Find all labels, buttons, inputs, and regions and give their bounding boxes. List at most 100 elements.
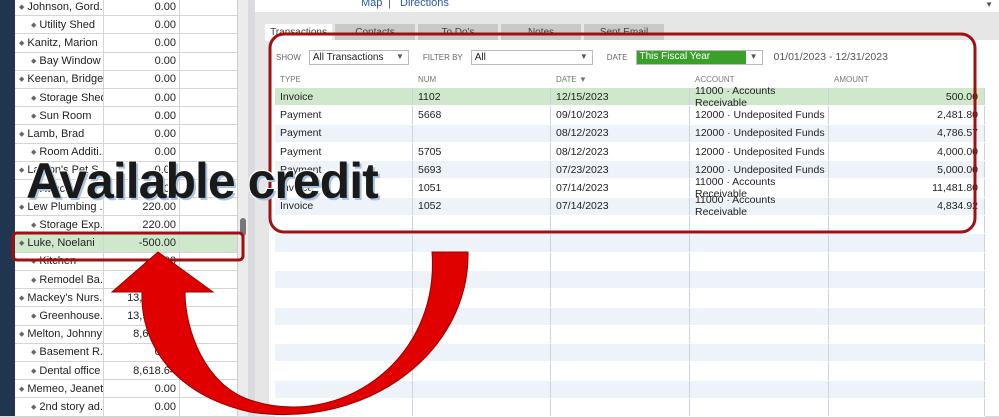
cell-num	[413, 124, 551, 142]
tab-transactions[interactable]: Transactions	[265, 24, 332, 41]
transaction-row[interactable]: Payment 5693 07/23/2023 12000 · Undeposited…	[275, 161, 985, 180]
cell-account	[690, 234, 829, 252]
cell-amount: 4,000.00	[829, 142, 985, 161]
cell-num	[413, 216, 551, 234]
customer-row[interactable]: ◆ Dental office 8,618.64	[15, 362, 237, 381]
tab-notes[interactable]: Notes	[501, 24, 581, 41]
tab-todos[interactable]: To Do's	[418, 24, 498, 41]
col-amount[interactable]: AMOUNT	[829, 72, 985, 87]
customer-row[interactable]: ◆ Kanitz, Marion 0.00	[15, 34, 237, 53]
customer-row[interactable]: ◆ Bay Window 0.00	[15, 52, 237, 71]
customer-balance: 0.00	[104, 343, 180, 361]
empty-row	[275, 344, 985, 363]
customer-row[interactable]: ◆ Basement R... 0.00	[15, 343, 237, 362]
transaction-row[interactable]: Payment 5705 08/12/2023 12000 · Undeposited…	[275, 142, 985, 162]
customer-row[interactable]: ◆ Melton, Johnny 8,618.64	[15, 325, 237, 344]
directions-link[interactable]: Directions	[400, 0, 449, 9]
cell-num: 1052	[413, 197, 551, 216]
cell-num: 5693	[413, 161, 551, 179]
empty-row	[275, 325, 985, 345]
customer-row[interactable]: ◆ Keenan, Bridget 0.00	[15, 70, 237, 89]
cell-type	[275, 234, 413, 252]
customer-row[interactable]: ◆ Johnson, Gord... 0.00	[15, 0, 237, 17]
available-credit-caption: Available credit	[26, 153, 379, 209]
cell-num	[413, 252, 551, 270]
cell-date: 08/12/2023	[551, 124, 690, 142]
customer-balance: 0.00	[104, 16, 180, 34]
bullet-icon: ◆	[31, 349, 37, 357]
customer-row[interactable]: ◆ Storage Shed 0.00	[15, 89, 237, 108]
scrollbar-thumb[interactable]	[240, 218, 246, 236]
cell-amount	[829, 270, 985, 289]
cell-num	[413, 344, 551, 362]
customer-row[interactable]: ◆ Storage Exp... 220.00	[15, 216, 237, 235]
transaction-row[interactable]: Payment 08/12/2023 12000 · Undeposited Fun…	[275, 124, 985, 143]
customer-row[interactable]: ◆ Luke, Noelani -500.00	[15, 234, 237, 253]
cell-type	[275, 216, 413, 234]
col-type[interactable]: TYPE	[275, 72, 413, 87]
cell-num: 5668	[413, 106, 551, 124]
cell-num	[413, 380, 551, 399]
customer-name: ◆ Kanitz, Marion	[15, 34, 104, 52]
map-link[interactable]: Map	[361, 0, 382, 9]
col-date[interactable]: DATE ▼	[551, 72, 690, 87]
filter-by-select[interactable]: All ▼	[470, 49, 593, 65]
transactions-content: SHOW All Transactions ▼ FILTER BY All ▼ DA…	[269, 40, 999, 417]
customer-row[interactable]: ◆ Lamb, Brad 0.00	[15, 125, 237, 144]
cell-type: Payment	[275, 106, 413, 124]
customer-row[interactable]: ◆ Memeo, Jeanette 0.00	[15, 380, 237, 399]
show-value: All Transactions	[312, 51, 384, 63]
cell-type	[275, 362, 413, 380]
cell-date	[551, 289, 690, 307]
col-num[interactable]: NUM	[413, 72, 551, 87]
tab-contacts[interactable]: Contacts	[335, 24, 415, 41]
transaction-row[interactable]: Invoice 1052 07/14/2023 11000 · Accounts Re…	[275, 194, 985, 218]
date-select[interactable]: This Fiscal Year ▼	[635, 49, 763, 65]
cell-type	[275, 325, 413, 344]
customer-name: ◆ Keenan, Bridget	[15, 70, 104, 88]
customer-balance: 0.00	[104, 252, 180, 270]
bullet-icon: ◆	[19, 385, 25, 393]
cell-date	[551, 325, 690, 344]
cell-num	[413, 289, 551, 307]
customer-name-text: Storage Exp...	[39, 218, 104, 231]
customer-row[interactable]: ◆ Remodel Ba... 0.00	[15, 271, 237, 290]
transaction-row[interactable]: Payment 5668 09/10/2023 12000 · Undeposited…	[275, 106, 985, 125]
customer-row[interactable]: ◆ Utility Shed 0.00	[15, 16, 237, 35]
tab-sent-email[interactable]: Sent Email	[584, 24, 664, 41]
bullet-icon: ◆	[31, 112, 37, 120]
empty-row	[275, 270, 985, 290]
chevron-down-icon: ▼	[749, 51, 758, 61]
left-nav-strip	[0, 0, 15, 416]
cell-amount	[829, 252, 985, 270]
empty-row	[275, 380, 985, 400]
customer-row[interactable]: ◆ Sun Room 0.00	[15, 107, 237, 126]
customer-name-text: Keenan, Bridget	[27, 73, 104, 86]
date-value: This Fiscal Year	[636, 50, 746, 64]
cell-amount: 500.00	[829, 88, 985, 106]
cell-num	[413, 362, 551, 380]
customer-row[interactable]: ◆ Kitchen 0.00	[15, 252, 237, 271]
customer-name-text: Johnson, Gord...	[27, 0, 104, 13]
bullet-icon: ◆	[19, 167, 25, 175]
bullet-icon: ◆	[19, 130, 25, 138]
collapse-icon[interactable]: ▼	[985, 0, 993, 9]
show-label: SHOW	[276, 52, 301, 62]
customer-balance: 0.00	[104, 125, 180, 143]
date-range: 01/01/2023 - 12/31/2023	[773, 51, 888, 63]
cell-num	[413, 325, 551, 344]
show-select[interactable]: All Transactions ▼	[308, 49, 409, 65]
customer-name-text: Melton, Johnny	[27, 328, 102, 341]
cell-type	[275, 399, 413, 417]
customer-name-text: Greenhouse...	[39, 309, 104, 322]
customer-name: ◆ 2nd story ad...	[15, 398, 104, 416]
cell-account	[690, 362, 829, 380]
bullet-icon: ◆	[19, 331, 25, 339]
customer-row[interactable]: ◆ Greenhouse... 13,900.00	[15, 307, 237, 326]
transaction-row[interactable]: Invoice 1102 12/15/2023 11000 · Accounts Re…	[275, 85, 985, 109]
transaction-row[interactable]: Invoice 1051 07/14/2023 11000 · Accounts Re…	[275, 176, 985, 200]
customer-row[interactable]: ◆ Mackey's Nurs... 13,900.00	[15, 289, 237, 308]
customer-row[interactable]: ◆ 2nd story ad... 0.00	[15, 398, 237, 417]
cell-amount	[829, 289, 985, 307]
info-bar: Map | Directions ▼	[255, 0, 999, 12]
